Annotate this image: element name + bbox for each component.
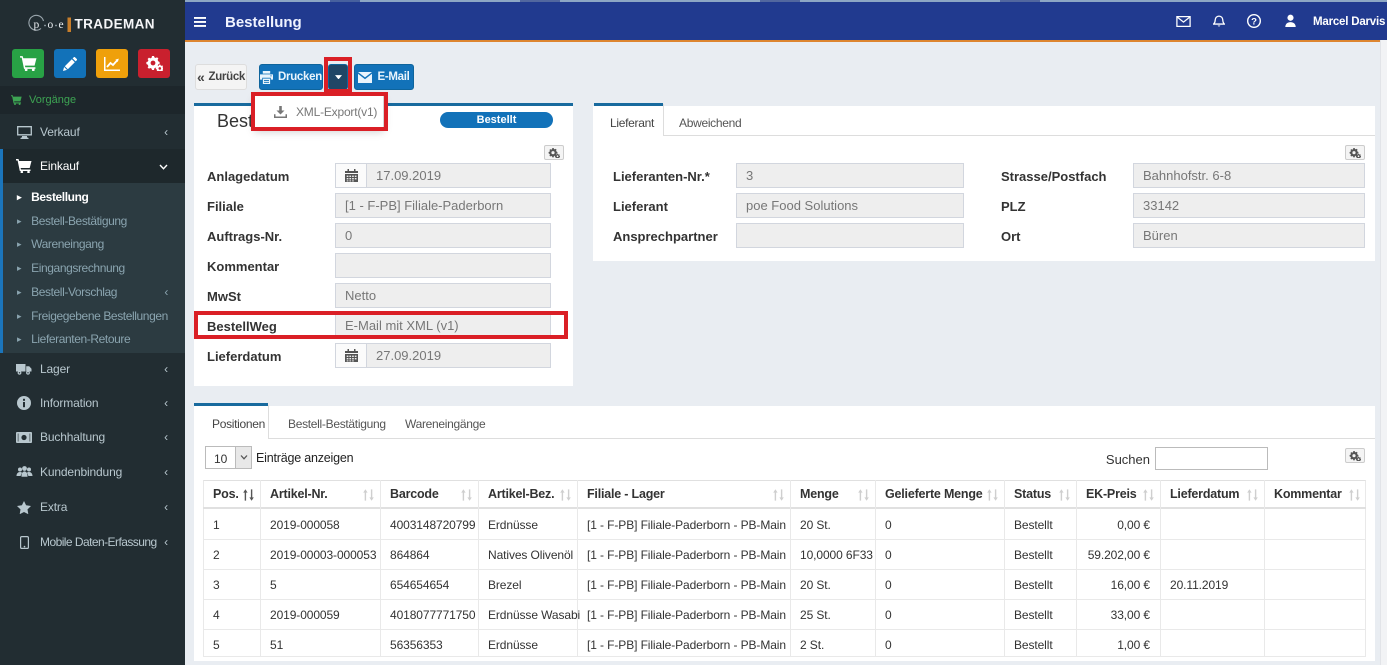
svg-text:?: ? [1251, 16, 1257, 27]
svg-text:TRADEMAN: TRADEMAN [75, 17, 155, 32]
svg-text:p: p [34, 19, 40, 31]
svg-text:o: o [48, 19, 54, 31]
svg-text:e: e [59, 19, 64, 31]
